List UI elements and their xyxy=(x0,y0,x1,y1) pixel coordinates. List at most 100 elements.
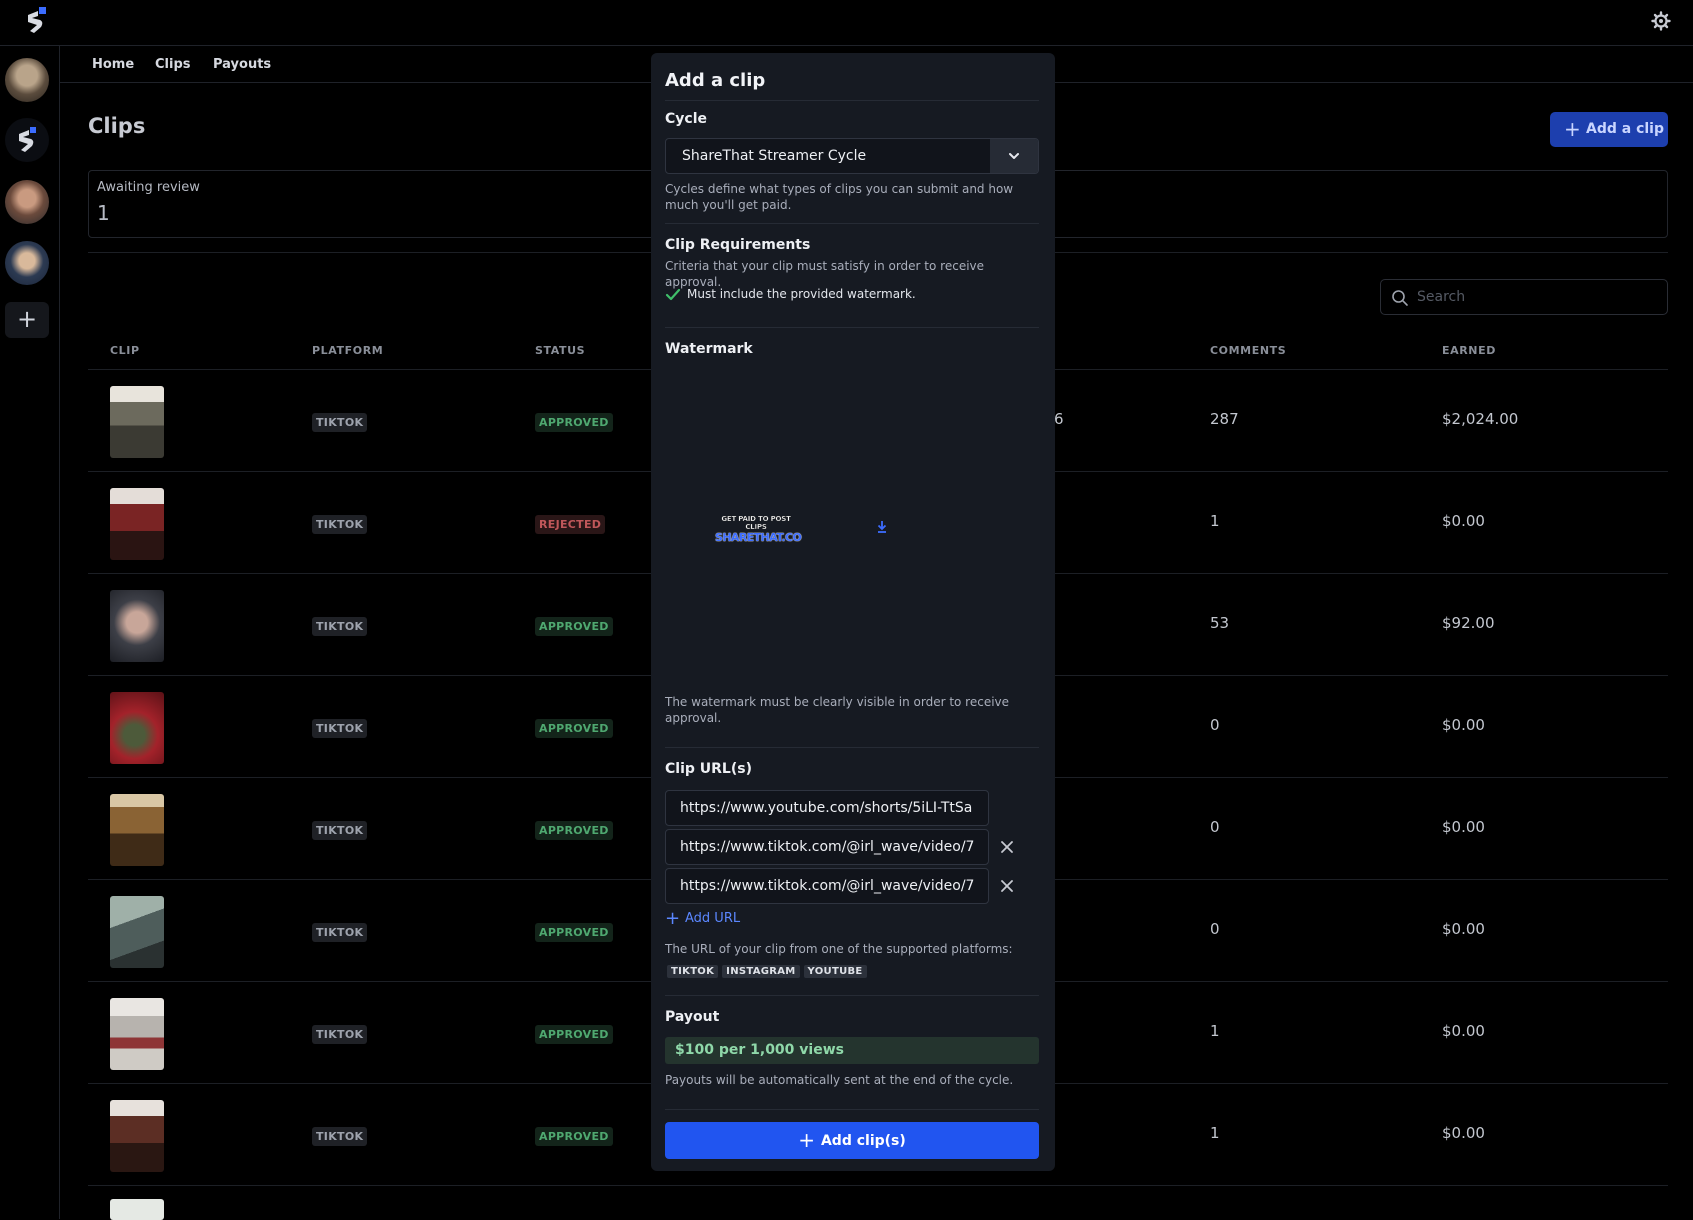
search-input[interactable]: Search xyxy=(1380,279,1668,315)
platform-tag: YOUTUBE xyxy=(803,965,867,978)
nav-home[interactable]: Home xyxy=(92,57,134,72)
search-placeholder: Search xyxy=(1417,289,1466,305)
earned-cell: $0.00 xyxy=(1442,1022,1485,1040)
watermark-image: GET PAID TO POST CLIPS SHARETHAT.CO xyxy=(715,515,802,544)
clip-url-input[interactable]: https://www.tiktok.com/@irl_wave/video/7 xyxy=(665,829,989,865)
clip-thumbnail[interactable] xyxy=(110,1199,164,1220)
watermark-help: The watermark must be clearly visible in… xyxy=(665,695,1010,725)
platform-tag: TIKTOK xyxy=(667,965,719,978)
clip-thumbnail[interactable] xyxy=(110,1100,164,1172)
plus-icon: + xyxy=(1564,117,1581,141)
chevron-down-icon[interactable] xyxy=(990,139,1038,173)
table-row[interactable] xyxy=(88,1185,1668,1220)
clip-thumbnail[interactable] xyxy=(110,386,164,458)
search-icon xyxy=(1392,290,1408,306)
earned-cell: $0.00 xyxy=(1442,716,1485,734)
col-status[interactable]: STATUS xyxy=(535,344,585,357)
cycle-select-value: ShareThat Streamer Cycle xyxy=(682,148,867,164)
urls-heading: Clip URL(s) xyxy=(665,761,752,777)
add-clip-modal: Add a clip Cycle ShareThat Streamer Cycl… xyxy=(651,53,1055,1171)
status-badge: APPROVED xyxy=(535,1025,613,1044)
plus-icon: + xyxy=(665,908,681,929)
nav-payouts[interactable]: Payouts xyxy=(213,57,271,72)
gear-icon[interactable] xyxy=(1651,11,1671,31)
workspace-rail: + xyxy=(0,46,60,1219)
add-workspace-button[interactable]: + xyxy=(5,302,49,338)
earned-cell: $2,024.00 xyxy=(1442,410,1519,428)
payout-help: Payouts will be automatically sent at th… xyxy=(665,1073,1014,1087)
platform-badge: TIKTOK xyxy=(312,719,368,738)
col-platform[interactable]: PLATFORM xyxy=(312,344,383,357)
comments-cell: 1 xyxy=(1210,1022,1220,1040)
earned-cell: $0.00 xyxy=(1442,1124,1485,1142)
comments-cell: 287 xyxy=(1210,410,1239,428)
watermark-heading: Watermark xyxy=(665,341,753,357)
requirements-heading: Clip Requirements xyxy=(665,237,811,253)
clip-thumbnail[interactable] xyxy=(110,590,164,662)
download-icon[interactable] xyxy=(875,520,889,534)
add-clip-button[interactable]: + Add a clip xyxy=(1550,112,1668,147)
add-clips-submit-button[interactable]: + Add clip(s) xyxy=(665,1122,1039,1159)
divider xyxy=(665,327,1039,328)
comments-cell: 0 xyxy=(1210,716,1220,734)
status-badge: APPROVED xyxy=(535,413,613,432)
nav-clips[interactable]: Clips xyxy=(155,57,191,72)
platform-badge: TIKTOK xyxy=(312,413,368,432)
workspace-avatar[interactable] xyxy=(5,241,49,285)
sharethat-logo-icon[interactable] xyxy=(24,7,48,35)
clip-url-input[interactable]: https://www.tiktok.com/@irl_wave/video/7 xyxy=(665,868,989,904)
plus-icon: + xyxy=(798,1128,815,1152)
workspace-sharethat[interactable] xyxy=(5,118,49,162)
col-clip[interactable]: CLIP xyxy=(110,344,140,357)
submit-label: Add clip(s) xyxy=(820,1133,906,1149)
platform-badge: TIKTOK xyxy=(312,923,368,942)
requirement-item: Must include the provided watermark. xyxy=(665,287,916,301)
modal-title: Add a clip xyxy=(665,70,766,91)
divider xyxy=(665,223,1039,224)
divider xyxy=(665,747,1039,748)
watermark-logo-text: SHARETHAT.CO xyxy=(715,531,802,544)
status-badge: APPROVED xyxy=(535,1127,613,1146)
cycle-help: Cycles define what types of clips you ca… xyxy=(665,182,1014,212)
platform-badge: TIKTOK xyxy=(312,821,368,840)
comments-cell: 1 xyxy=(1210,1124,1220,1142)
platform-badge: TIKTOK xyxy=(312,515,368,534)
platform-tag: INSTAGRAM xyxy=(722,965,800,978)
comments-cell: 53 xyxy=(1210,614,1230,632)
clip-url-input[interactable]: https://www.youtube.com/shorts/5iLI-TtSa xyxy=(665,790,989,826)
workspace-avatar[interactable] xyxy=(5,58,49,102)
close-icon[interactable] xyxy=(997,876,1017,896)
comments-cell: 0 xyxy=(1210,818,1220,836)
check-icon xyxy=(665,288,681,301)
divider xyxy=(665,100,1039,101)
comments-cell: 0 xyxy=(1210,920,1220,938)
clip-thumbnail[interactable] xyxy=(110,998,164,1070)
earned-cell: $0.00 xyxy=(1442,920,1485,938)
clip-thumbnail[interactable] xyxy=(110,896,164,968)
col-comments[interactable]: COMMENTS xyxy=(1210,344,1286,357)
requirements-help: Criteria that your clip must satisfy in … xyxy=(665,259,985,289)
platform-badge: TIKTOK xyxy=(312,1025,368,1044)
status-badge: REJECTED xyxy=(535,515,606,534)
requirement-text: Must include the provided watermark. xyxy=(687,287,916,301)
status-badge: APPROVED xyxy=(535,821,613,840)
views-cell: 6 xyxy=(1054,410,1064,428)
col-earned[interactable]: EARNED xyxy=(1442,344,1496,357)
clip-thumbnail[interactable] xyxy=(110,488,164,560)
cycle-select[interactable]: ShareThat Streamer Cycle xyxy=(665,138,1039,174)
page-title: Clips xyxy=(88,114,146,138)
status-badge: APPROVED xyxy=(535,617,613,636)
add-url-label: Add URL xyxy=(685,911,741,926)
watermark-tagline: GET PAID TO POST CLIPS xyxy=(721,515,791,531)
payout-heading: Payout xyxy=(665,1009,720,1025)
close-icon[interactable] xyxy=(997,837,1017,857)
payout-rate: $100 per 1,000 views xyxy=(665,1037,1039,1064)
add-url-button[interactable]: + Add URL xyxy=(665,908,741,929)
status-badge: APPROVED xyxy=(535,923,613,942)
clip-thumbnail[interactable] xyxy=(110,692,164,764)
earned-cell: $0.00 xyxy=(1442,512,1485,530)
workspace-avatar[interactable] xyxy=(5,180,49,224)
clip-thumbnail[interactable] xyxy=(110,794,164,866)
comments-cell: 1 xyxy=(1210,512,1220,530)
sharethat-logo-icon xyxy=(19,127,36,152)
